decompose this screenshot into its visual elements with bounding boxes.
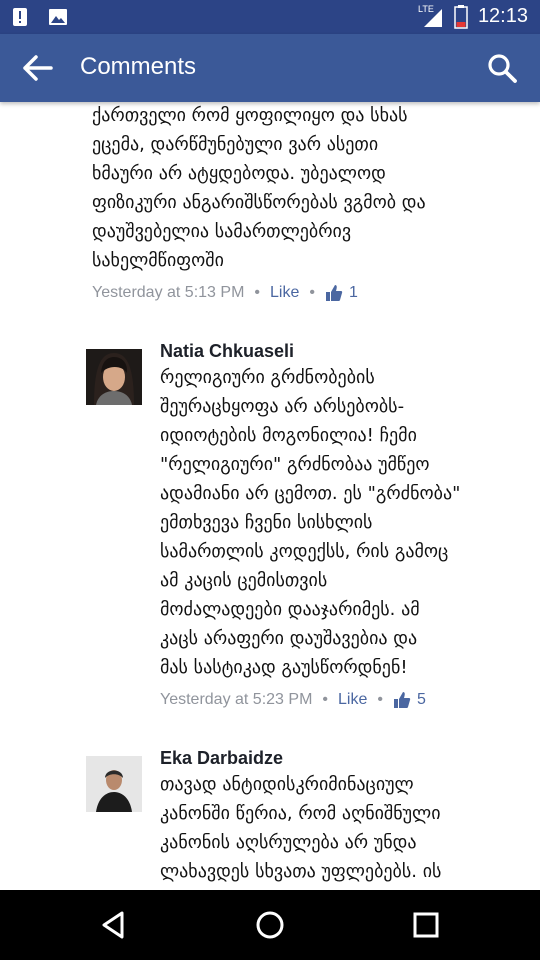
page-title: Comments [80, 53, 197, 80]
navigation-bar [0, 890, 540, 960]
image-icon [49, 9, 67, 25]
like-count: 5 [416, 691, 426, 708]
battery-low-icon [454, 5, 468, 29]
commenter-name[interactable]: Eka Darbaidze [160, 746, 520, 770]
separator-dot: • [377, 691, 383, 708]
avatar[interactable] [86, 349, 142, 405]
like-count: 1 [348, 284, 358, 301]
search-icon[interactable] [486, 52, 518, 84]
comments-feed[interactable]: შეურაცხყოფასთან გვაქვს. ის ბიჭი ქართველი… [0, 102, 540, 890]
comment-time: Yesterday at 5:13 PM [92, 284, 245, 301]
status-bar: LTE 12:13 [0, 0, 540, 34]
home-circle-icon[interactable] [252, 907, 288, 943]
comment-item: Natia Chkuaseli რელიგიური გრძნობების შეუ… [0, 339, 540, 712]
arrow-left-icon[interactable] [22, 54, 54, 82]
alert-icon [13, 8, 27, 26]
separator-dot: • [322, 691, 328, 708]
comment-item: Eka Darbaidze თავად ანტიდისკრიმინაციულ კ… [0, 746, 540, 890]
thumbs-up-icon [325, 284, 343, 301]
comment-text: თავად ანტიდისკრიმინაციულ კანონში წერია, … [160, 774, 442, 882]
comment-text: შეურაცხყოფასთან გვაქვს. ის ბიჭი ქართველი… [92, 105, 426, 271]
clock: 12:13 [477, 5, 528, 27]
comment-text: რელიგიური გრძნობების შეურაცხყოფა არ არსე… [160, 367, 461, 678]
app-bar: Comments [0, 34, 540, 102]
like-button[interactable]: Like [338, 691, 367, 708]
like-button[interactable]: Like [270, 284, 299, 301]
back-triangle-icon[interactable] [96, 907, 132, 943]
commenter-name[interactable]: Natia Chkuaseli [160, 339, 520, 363]
comment-meta: Yesterday at 5:13 PM • Like • 1 [92, 281, 520, 305]
comment-item: შეურაცხყოფასთან გვაქვს. ის ბიჭი ქართველი… [0, 102, 540, 305]
recents-square-icon[interactable] [408, 907, 444, 943]
separator-dot: • [254, 284, 260, 301]
comment-meta: Yesterday at 5:23 PM • Like • 5 [160, 688, 520, 712]
comment-time: Yesterday at 5:23 PM [160, 691, 313, 708]
signal-icon [424, 9, 442, 27]
thumbs-up-icon [393, 691, 411, 708]
separator-dot: • [309, 284, 315, 301]
avatar[interactable] [86, 756, 142, 812]
